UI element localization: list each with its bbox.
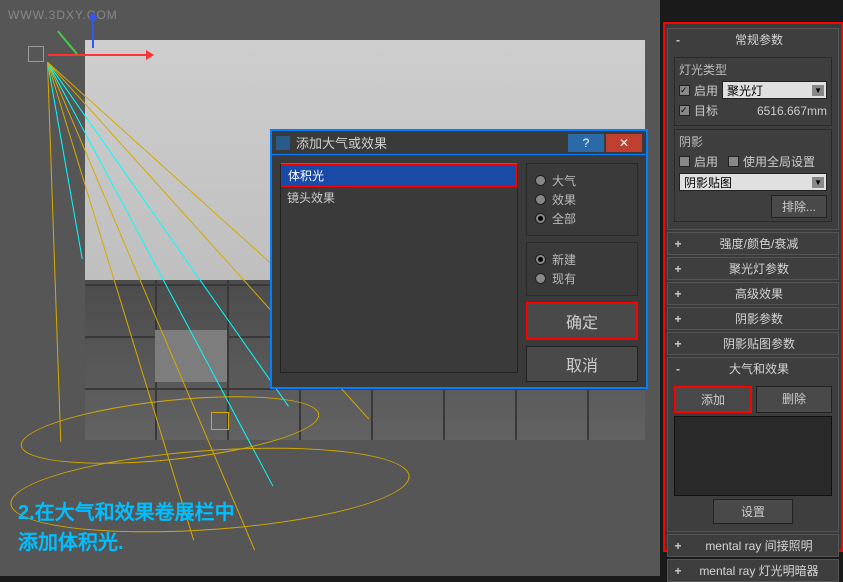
radio-effect[interactable] bbox=[535, 194, 546, 205]
shadow-enable-label: 启用 bbox=[694, 153, 718, 170]
help-button[interactable]: ? bbox=[568, 134, 604, 152]
add-atmosphere-dialog: 添加大气或效果 ? ✕ 体积光 镜头效果 大气 效果 全部 新建 现有 确定 取… bbox=[270, 129, 648, 389]
dialog-titlebar[interactable]: 添加大气或效果 ? ✕ bbox=[272, 131, 646, 155]
close-button[interactable]: ✕ bbox=[606, 134, 642, 152]
radio-all[interactable] bbox=[535, 213, 546, 224]
rollout-shadow-params-header[interactable]: +阴影参数 bbox=[667, 307, 839, 330]
rollout-mr-indirect-header[interactable]: +mental ray 间接照明 bbox=[667, 534, 839, 557]
rollout-mr-shader-header[interactable]: +mental ray 灯光明暗器 bbox=[667, 559, 839, 582]
setup-button[interactable]: 设置 bbox=[713, 499, 793, 524]
atmosphere-listbox[interactable] bbox=[674, 416, 832, 496]
radio-new[interactable] bbox=[535, 254, 546, 265]
rollout-intensity-header[interactable]: +强度/颜色/衰减 bbox=[667, 232, 839, 255]
caption-line-2: 添加体积光. bbox=[18, 528, 235, 558]
shadow-type-dropdown[interactable]: 阴影贴图 bbox=[679, 173, 827, 191]
target-checkbox[interactable] bbox=[679, 105, 690, 116]
effect-listbox[interactable]: 体积光 镜头效果 bbox=[280, 163, 518, 373]
light-type-dropdown[interactable]: 聚光灯 bbox=[722, 81, 827, 99]
shadow-group: 阴影 启用 使用全局设置 阴影贴图 排除... bbox=[674, 129, 832, 222]
rollout-general-header[interactable]: - 常规参数 bbox=[668, 29, 838, 50]
collapse-icon: - bbox=[672, 362, 684, 376]
shadow-enable-checkbox[interactable] bbox=[679, 156, 690, 167]
use-global-label: 使用全局设置 bbox=[743, 153, 815, 170]
rollout-shadow-map-header[interactable]: +阴影贴图参数 bbox=[667, 332, 839, 355]
gizmo-origin-box bbox=[28, 46, 44, 62]
list-item-volume-light[interactable]: 体积光 bbox=[281, 164, 517, 187]
add-button[interactable]: 添加 bbox=[674, 386, 752, 413]
list-item-lens-effect[interactable]: 镜头效果 bbox=[281, 187, 517, 208]
delete-button[interactable]: 删除 bbox=[756, 386, 832, 413]
radio-all-label: 全部 bbox=[552, 210, 576, 227]
radio-existing-label: 现有 bbox=[552, 270, 576, 287]
mode-radio-group: 新建 现有 bbox=[526, 242, 638, 296]
rollout-spotlight-header[interactable]: +聚光灯参数 bbox=[667, 257, 839, 280]
watermark-text: WWW.3DXY.COM bbox=[8, 8, 118, 22]
radio-new-label: 新建 bbox=[552, 251, 576, 268]
radio-atmosphere[interactable] bbox=[535, 175, 546, 186]
target-label: 目标 bbox=[694, 102, 718, 119]
target-distance-value: 6516.667mm bbox=[722, 104, 827, 118]
collapse-icon: - bbox=[672, 33, 684, 47]
cancel-button[interactable]: 取消 bbox=[526, 346, 638, 382]
gizmo-z-axis bbox=[92, 18, 94, 48]
dialog-icon bbox=[276, 136, 290, 150]
rollout-atmosphere-header[interactable]: - 大气和效果 bbox=[668, 358, 838, 379]
light-type-group: 灯光类型 启用 聚光灯 目标 6516.667mm bbox=[674, 57, 832, 126]
exclude-button[interactable]: 排除... bbox=[771, 195, 827, 218]
annotation-caption: 2.在大气和效果卷展栏中 添加体积光. bbox=[18, 498, 235, 558]
filter-radio-group: 大气 效果 全部 bbox=[526, 163, 638, 236]
enable-label: 启用 bbox=[694, 82, 718, 99]
rollout-general: - 常规参数 灯光类型 启用 聚光灯 目标 6516.667mm 阴影 bbox=[667, 28, 839, 230]
rollout-advanced-header[interactable]: +高级效果 bbox=[667, 282, 839, 305]
enable-checkbox[interactable] bbox=[679, 85, 690, 96]
rollout-atmosphere: - 大气和效果 添加 删除 设置 bbox=[667, 357, 839, 532]
dialog-title: 添加大气或效果 bbox=[296, 133, 566, 152]
ok-button[interactable]: 确定 bbox=[526, 302, 638, 340]
radio-existing[interactable] bbox=[535, 273, 546, 284]
radio-effect-label: 效果 bbox=[552, 191, 576, 208]
caption-line-1: 2.在大气和效果卷展栏中 bbox=[18, 498, 235, 528]
modify-panel: - 常规参数 灯光类型 启用 聚光灯 目标 6516.667mm 阴影 bbox=[663, 22, 843, 552]
radio-atmosphere-label: 大气 bbox=[552, 172, 576, 189]
use-global-checkbox[interactable] bbox=[728, 156, 739, 167]
